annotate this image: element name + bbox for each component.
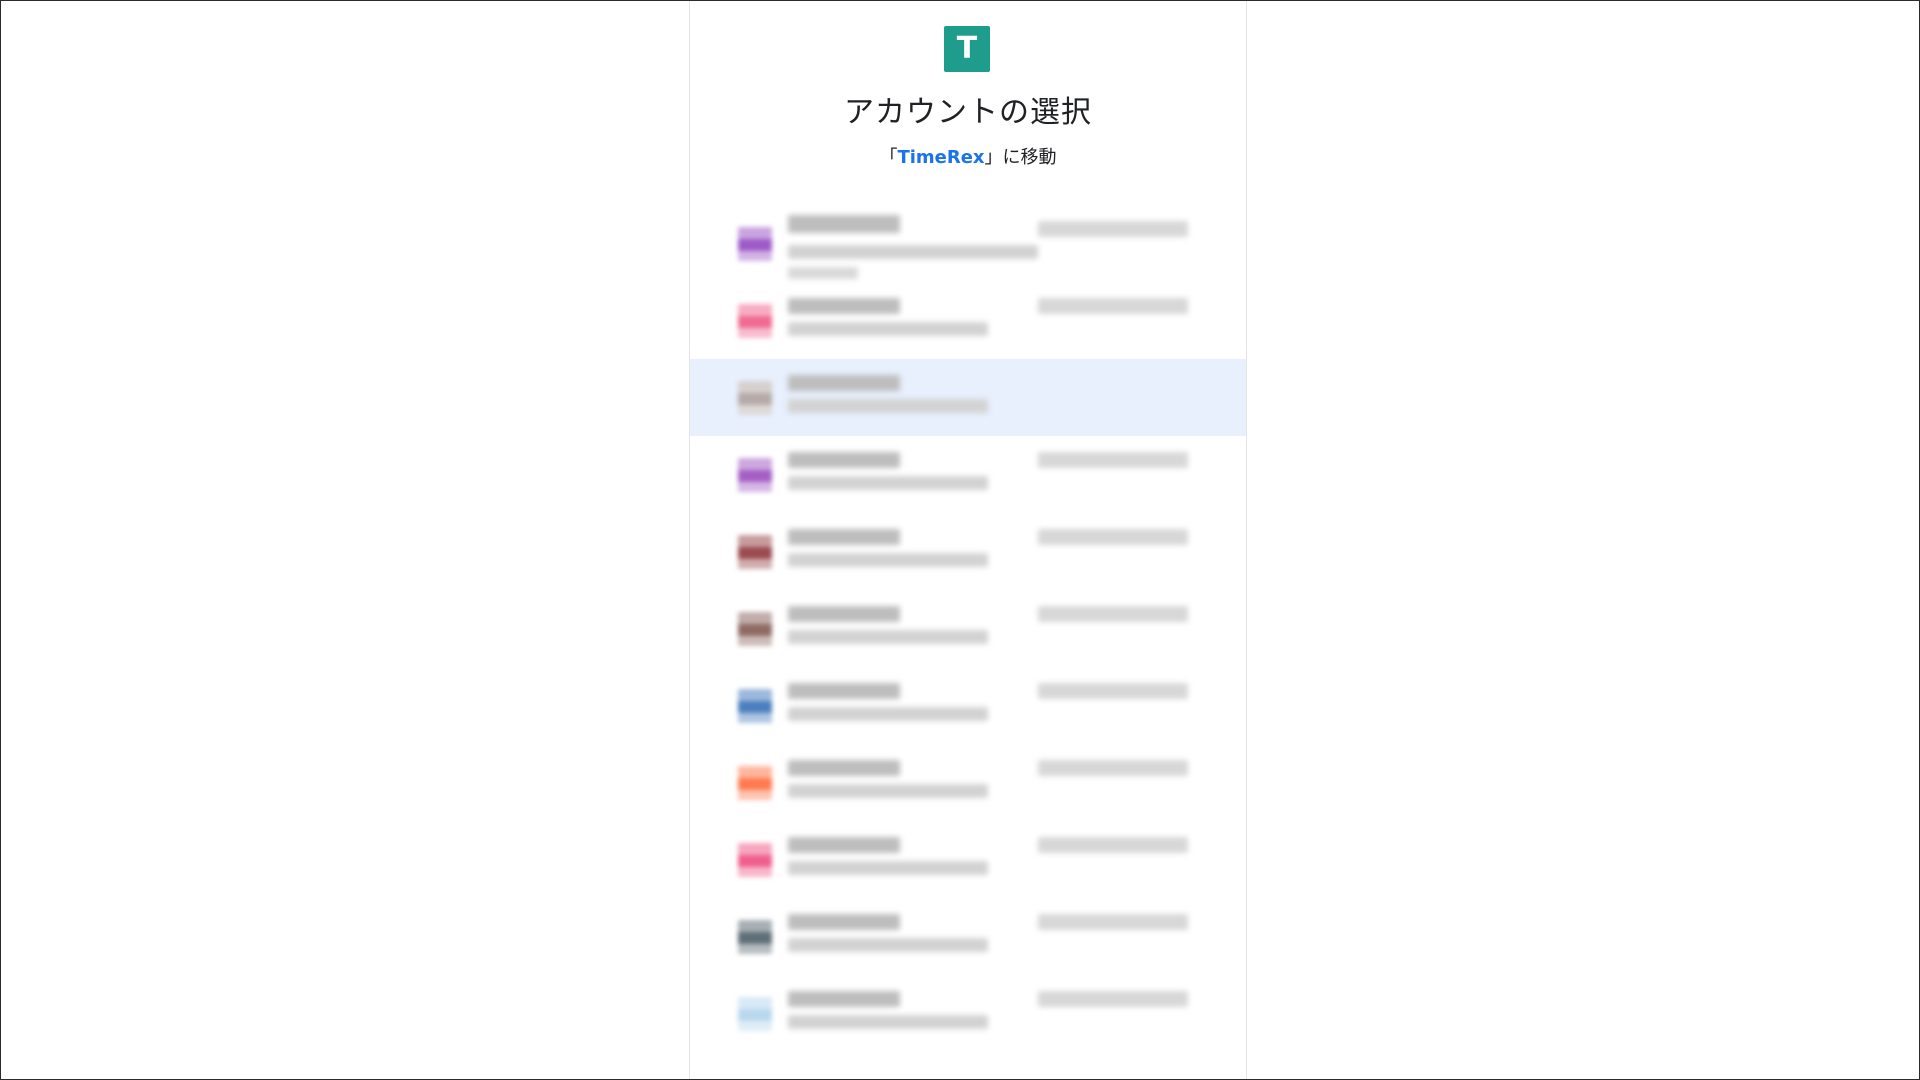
- account-status-redacted: [1038, 760, 1188, 776]
- account-row[interactable]: [690, 513, 1246, 590]
- account-chooser-panel: T アカウントの選択 「TimeRex」に移動: [689, 1, 1247, 1079]
- account-name-redacted: [788, 606, 900, 622]
- account-row[interactable]: [690, 282, 1246, 359]
- account-status-redacted: [1038, 529, 1188, 545]
- account-name-redacted: [788, 760, 900, 776]
- account-status-redacted: [1038, 837, 1188, 853]
- account-row[interactable]: [690, 744, 1246, 821]
- subtitle-suffix: 」に移動: [984, 147, 1057, 168]
- account-avatar: [738, 381, 772, 415]
- account-avatar: [738, 535, 772, 569]
- account-email-redacted: [788, 938, 988, 952]
- account-email-redacted: [788, 399, 988, 413]
- account-row[interactable]: [690, 590, 1246, 667]
- account-status-redacted: [1038, 221, 1188, 237]
- account-email-redacted: [788, 630, 988, 644]
- account-status-redacted: [1038, 298, 1188, 314]
- account-row[interactable]: [690, 205, 1246, 282]
- account-extra-redacted: [788, 267, 858, 279]
- account-avatar: [738, 997, 772, 1031]
- account-name-redacted: [788, 298, 900, 314]
- account-name-redacted: [788, 683, 900, 699]
- account-avatar: [738, 612, 772, 646]
- account-email-redacted: [788, 707, 988, 721]
- account-name-redacted: [788, 837, 900, 853]
- logo-letter: T: [956, 31, 978, 66]
- account-row[interactable]: [690, 898, 1246, 975]
- account-email-redacted: [788, 476, 988, 490]
- account-avatar: [738, 304, 772, 338]
- account-avatar: [738, 227, 772, 261]
- account-row[interactable]: [690, 667, 1246, 744]
- account-avatar: [738, 766, 772, 800]
- account-email-redacted: [788, 1015, 988, 1029]
- account-row[interactable]: [690, 975, 1246, 1052]
- page-title: アカウントの選択: [844, 95, 1092, 130]
- account-name-redacted: [788, 375, 900, 391]
- timerex-logo-icon: T: [944, 26, 990, 72]
- account-row[interactable]: [690, 359, 1246, 436]
- account-list: [690, 205, 1246, 1052]
- account-email-redacted: [788, 245, 1038, 259]
- account-status-redacted: [1038, 452, 1188, 468]
- page-subtitle: 「TimeRex」に移動: [690, 143, 1246, 169]
- account-status-redacted: [1038, 683, 1188, 699]
- account-name-redacted: [788, 914, 900, 930]
- screen-frame: T アカウントの選択 「TimeRex」に移動: [0, 0, 1920, 1080]
- account-status-redacted: [1038, 991, 1188, 1007]
- account-row[interactable]: [690, 436, 1246, 513]
- account-status-redacted: [1038, 606, 1188, 622]
- account-name-redacted: [788, 991, 900, 1007]
- account-status-redacted: [1038, 914, 1188, 930]
- account-name-redacted: [788, 452, 900, 468]
- app-link[interactable]: TimeRex: [897, 147, 984, 168]
- account-name-redacted: [788, 215, 900, 233]
- account-email-redacted: [788, 784, 988, 798]
- account-email-redacted: [788, 861, 988, 875]
- account-avatar: [738, 920, 772, 954]
- account-email-redacted: [788, 553, 988, 567]
- account-name-redacted: [788, 529, 900, 545]
- account-row[interactable]: [690, 821, 1246, 898]
- subtitle-open-quote: 「: [879, 147, 898, 168]
- account-avatar: [738, 458, 772, 492]
- account-avatar: [738, 843, 772, 877]
- account-avatar: [738, 689, 772, 723]
- account-email-redacted: [788, 322, 988, 336]
